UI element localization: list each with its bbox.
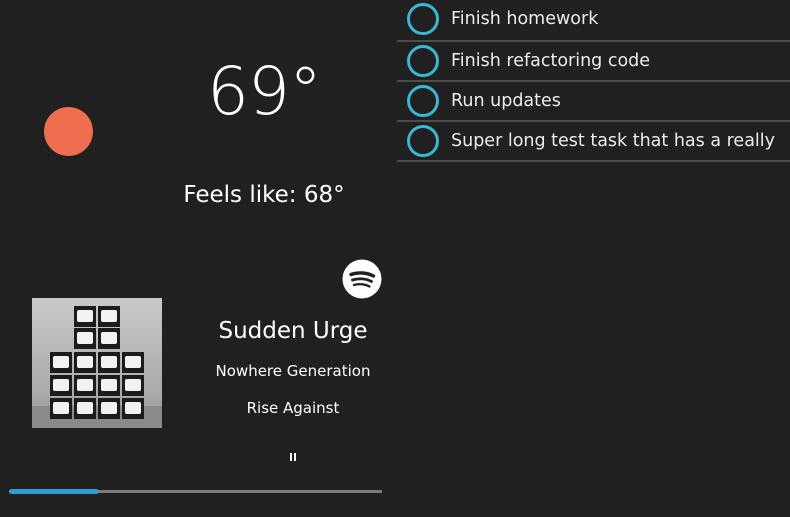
task-item[interactable]: Finish homework <box>397 0 790 42</box>
pause-button[interactable] <box>284 448 302 466</box>
task-checkbox[interactable] <box>407 45 439 77</box>
task-label: Finish refactoring code <box>451 51 651 71</box>
task-label: Run updates <box>451 91 561 111</box>
task-item[interactable]: Super long test task that has a really l… <box>397 122 790 162</box>
track-title: Sudden Urge <box>218 318 368 344</box>
temperature: 69° <box>207 53 322 130</box>
pause-icon <box>290 453 292 461</box>
task-list: Finish homework Finish refactoring code … <box>397 0 790 162</box>
task-label: Super long test task that has a really l… <box>451 131 782 151</box>
task-item[interactable]: Run updates <box>397 82 790 122</box>
task-checkbox[interactable] <box>407 3 439 35</box>
playback-progress-fill <box>9 489 99 494</box>
sun-icon <box>44 107 93 156</box>
track-album: Nowhere Generation <box>215 362 371 380</box>
album-art <box>32 298 162 428</box>
task-label: Finish homework <box>451 9 599 29</box>
spotify-icon <box>342 259 382 299</box>
feels-like: Feels like: 68° <box>183 182 345 208</box>
task-checkbox[interactable] <box>407 125 439 157</box>
track-artist: Rise Against <box>246 399 340 417</box>
playback-progress-bar[interactable] <box>9 489 382 494</box>
task-item[interactable]: Finish refactoring code <box>397 42 790 82</box>
task-checkbox[interactable] <box>407 85 439 117</box>
